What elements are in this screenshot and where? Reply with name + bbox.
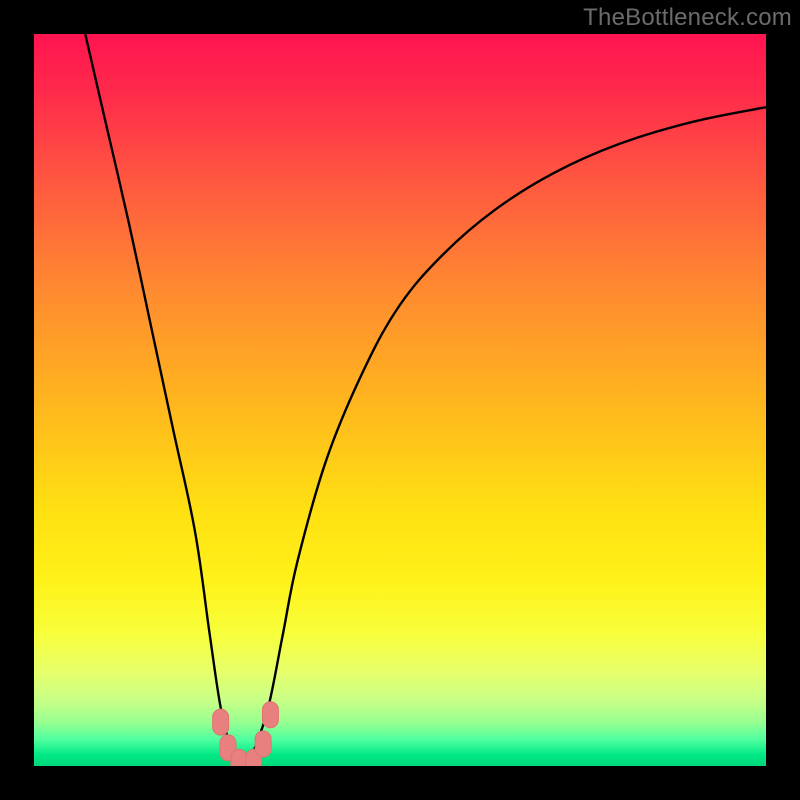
- highlight-marker: [231, 749, 247, 766]
- highlight-marker: [213, 709, 229, 735]
- bottleneck-curve: [85, 34, 766, 766]
- chart-frame: TheBottleneck.com: [0, 0, 800, 800]
- highlight-marker: [255, 731, 271, 757]
- highlight-marker: [262, 702, 278, 728]
- watermark-text: TheBottleneck.com: [583, 4, 792, 32]
- curve-layer: [34, 34, 766, 766]
- plot-area: [34, 34, 766, 766]
